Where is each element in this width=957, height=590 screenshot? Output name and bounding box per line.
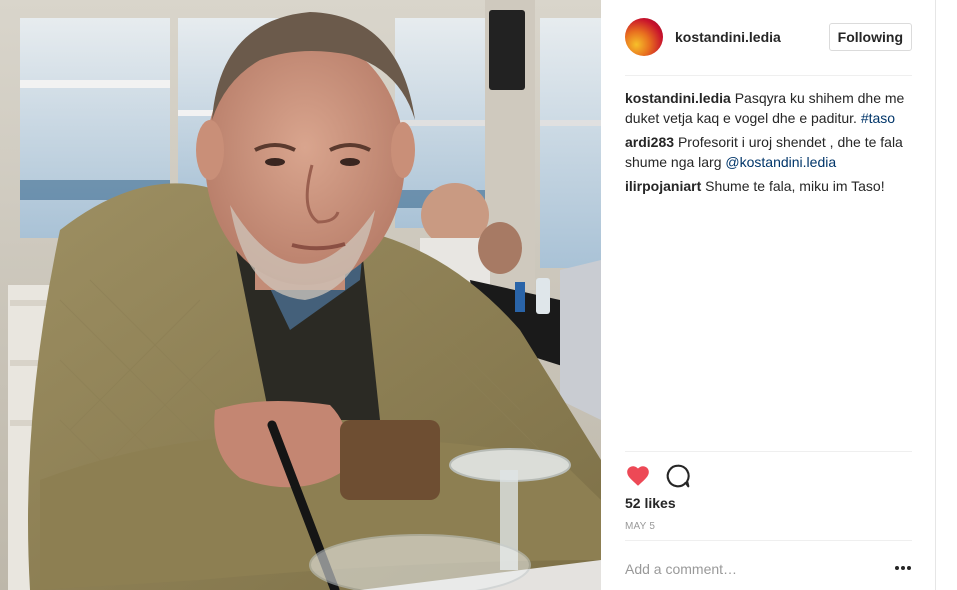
post-date: MAY 5	[625, 521, 656, 532]
comment-item: ilirpojaniart Shume te fala, miku im Tas…	[625, 176, 912, 196]
photo-illustration	[0, 0, 601, 590]
likes-count[interactable]: 52 likes	[625, 495, 676, 511]
post-photo[interactable]	[0, 0, 601, 590]
comment-bubble-icon[interactable]	[665, 463, 691, 489]
avatar[interactable]	[625, 18, 663, 56]
post-side-panel: kostandini.ledia Following kostandini.le…	[601, 0, 936, 590]
header-divider	[625, 75, 912, 76]
comment-text: Shume te fala, miku im Taso!	[705, 178, 885, 194]
add-comment-input[interactable]	[625, 558, 875, 580]
hashtag-link[interactable]: #taso	[861, 110, 895, 126]
following-button[interactable]: Following	[828, 23, 912, 51]
actions-divider	[625, 451, 912, 452]
comment-item: kostandini.ledia Pasqyra ku shihem dhe m…	[625, 88, 912, 128]
heart-icon[interactable]	[625, 463, 651, 489]
comment-username[interactable]: kostandini.ledia	[625, 90, 731, 106]
comment-list: kostandini.ledia Pasqyra ku shihem dhe m…	[625, 88, 912, 200]
more-options-icon[interactable]	[894, 563, 912, 573]
comment-item: ardi283 Profesorit i uroj shendet , dhe …	[625, 132, 912, 172]
post-header: kostandini.ledia Following	[625, 18, 912, 56]
comment-username[interactable]: ardi283	[625, 134, 674, 150]
header-username[interactable]: kostandini.ledia	[675, 29, 781, 45]
comment-divider	[625, 540, 912, 541]
comment-username[interactable]: ilirpojaniart	[625, 178, 701, 194]
action-bar	[625, 462, 912, 490]
mention-link[interactable]: @kostandini.ledia	[725, 154, 836, 170]
